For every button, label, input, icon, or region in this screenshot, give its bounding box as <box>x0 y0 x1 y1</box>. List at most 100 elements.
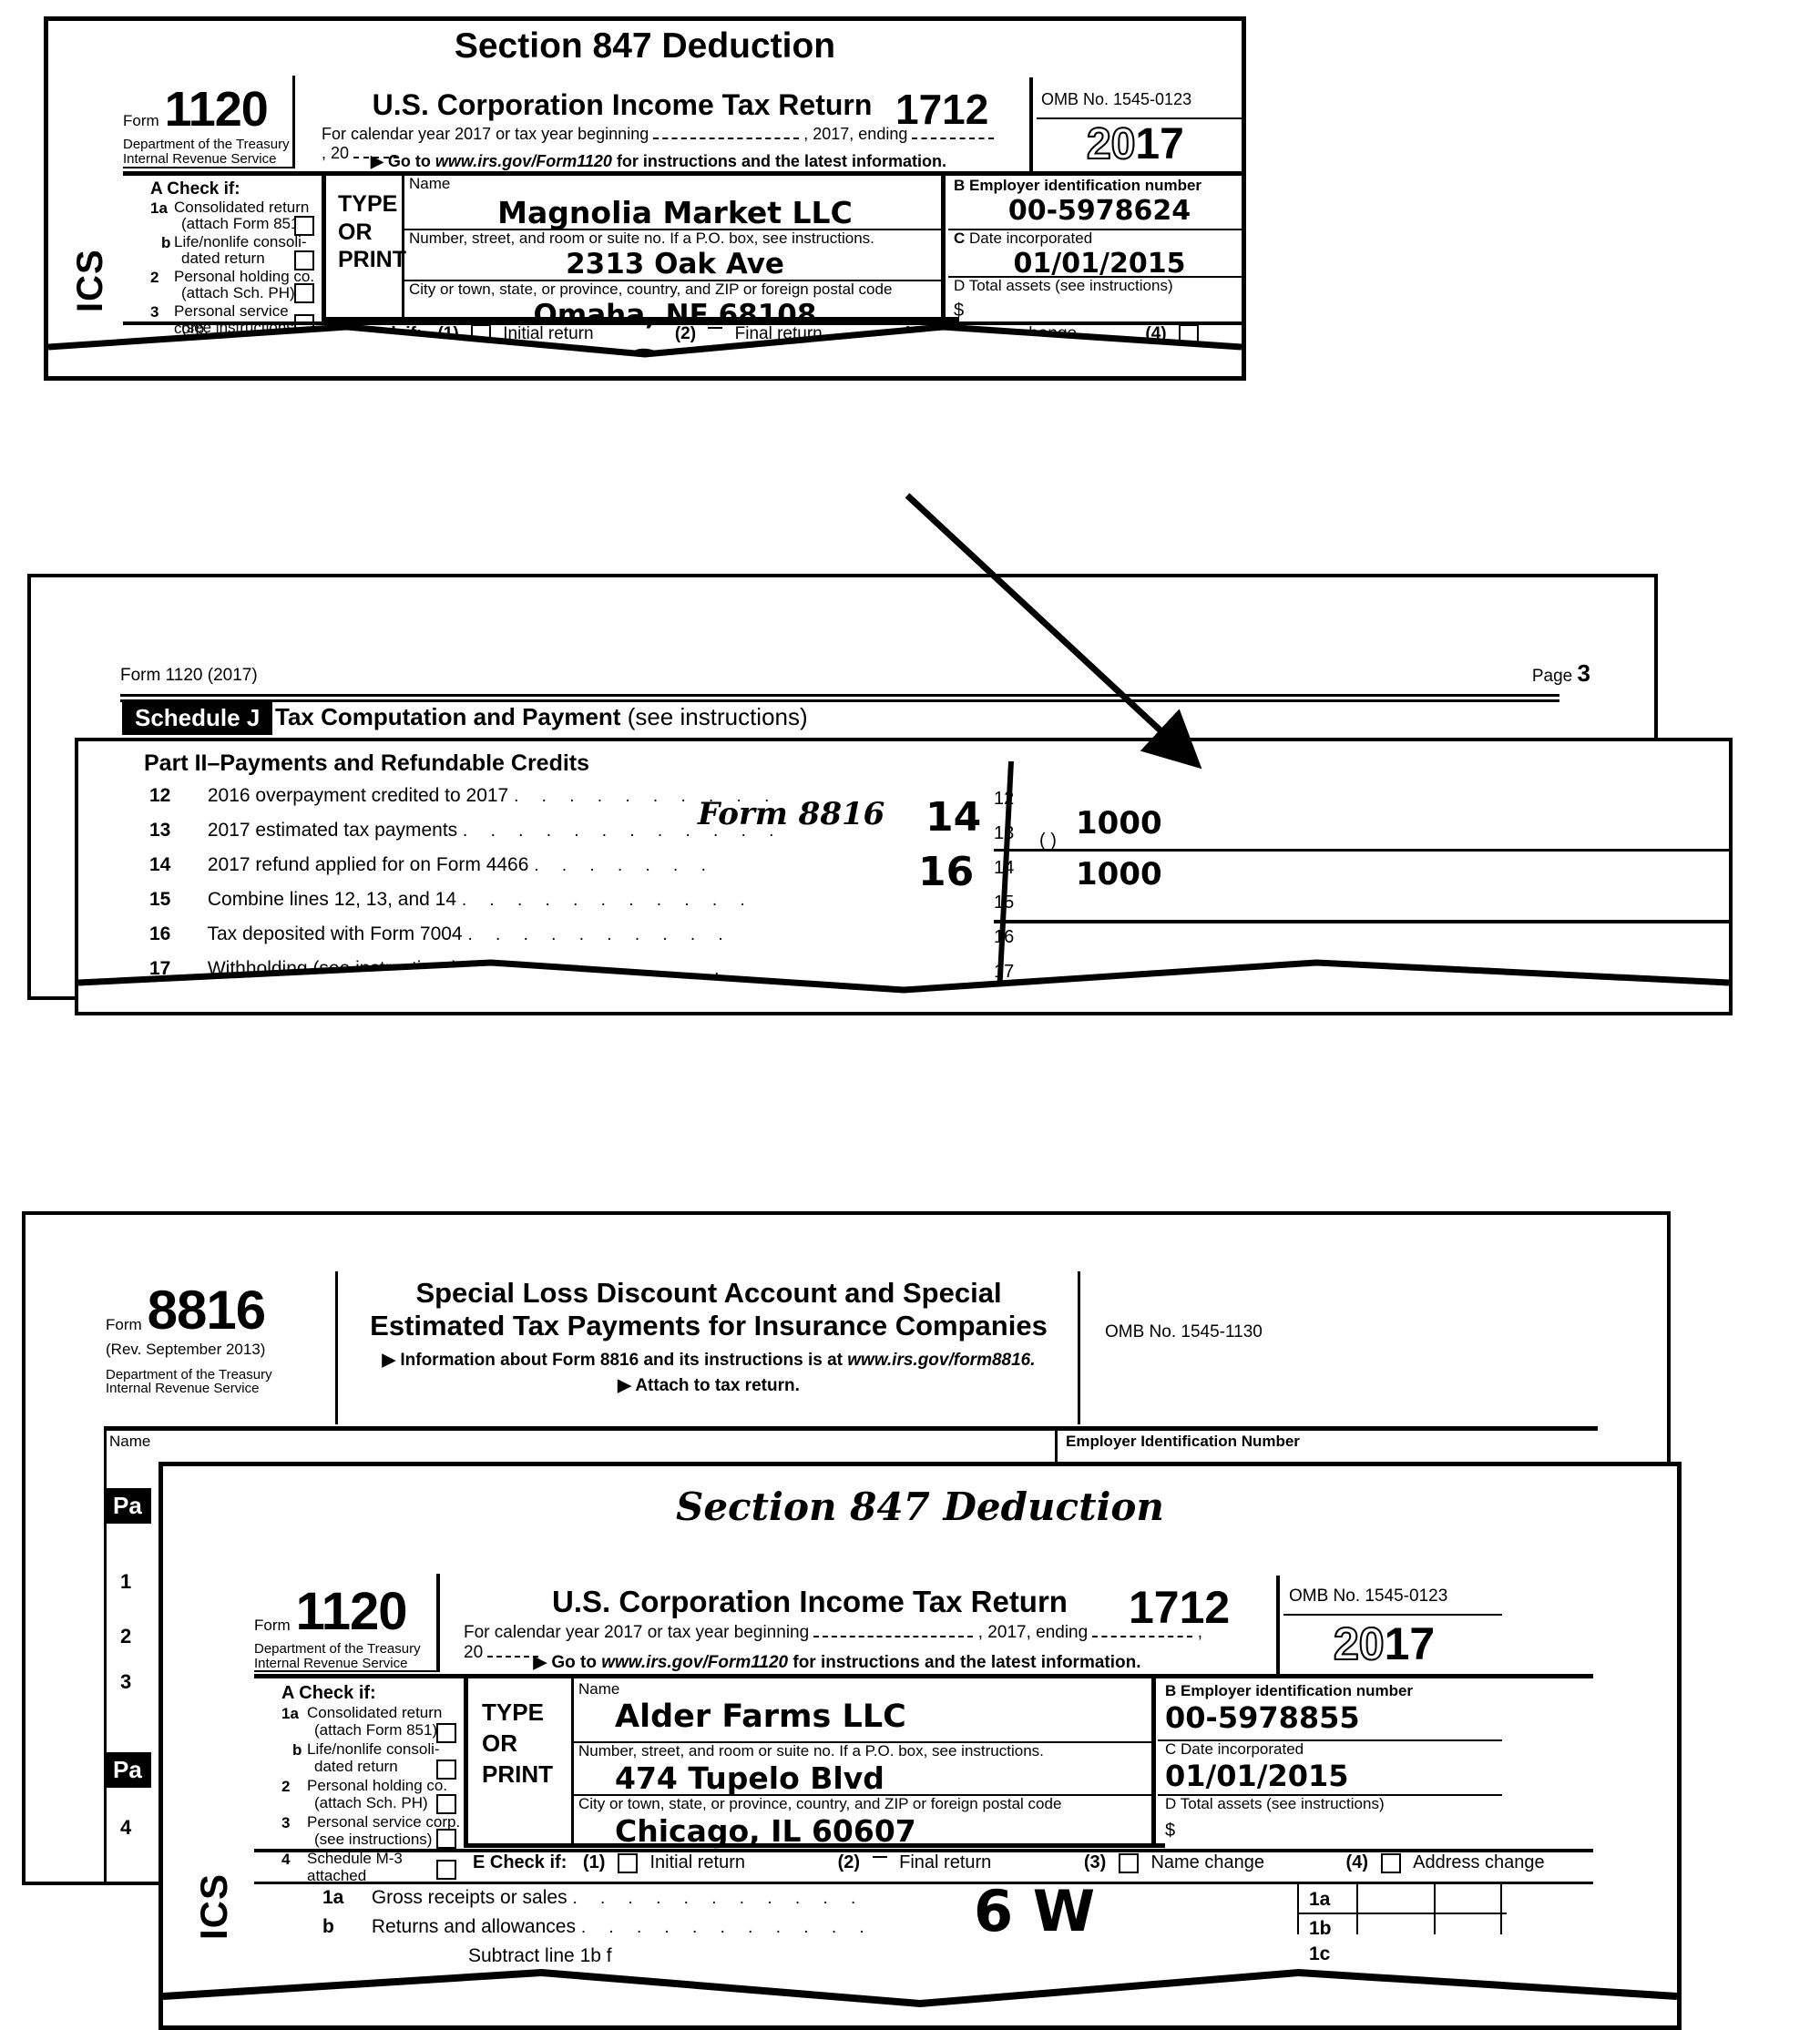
form-8816-ein-label: Employer Identification Number <box>1066 1433 1300 1450</box>
check-num-3-bottom: 3 <box>281 1814 291 1831</box>
form-8816-title-1: Special Loss Discount Account and Specia… <box>415 1277 1002 1309</box>
checkbox-address-change-bottom[interactable] <box>1380 1852 1401 1873</box>
line-label-1a-bottom: Gross receipts or sales <box>371 1887 567 1908</box>
sj-row-label-14: 2017 refund applied for on Form 4466 <box>207 854 529 875</box>
check-label-1a-l1-bottom: Consolidated return <box>307 1704 443 1721</box>
checkbox-initial-return-bottom[interactable] <box>617 1852 638 1873</box>
name-value-bottom[interactable]: Alder Farms LLC <box>615 1698 1152 1735</box>
sj-row-num-16: 16 <box>149 923 171 944</box>
e-label-4-bottom: Address change <box>1413 1852 1545 1872</box>
check-label-2-l2-bottom: (attach Sch. PH) <box>314 1794 428 1811</box>
document-top-form-1120: Section 847 Deduction ICS Form 1120 Depa… <box>44 16 1246 381</box>
year-hollow-top: 20 <box>1086 119 1136 169</box>
line-label-1c-bottom: Subtract line 1b f <box>468 1945 612 1966</box>
line-label-1b-bottom: Returns and allowances <box>371 1916 576 1937</box>
goto-url-bottom[interactable]: www.irs.gov/Form1120 <box>601 1653 788 1672</box>
sj-row-label-16: Tax deposited with Form 7004 <box>207 923 463 944</box>
torn-edge-top <box>48 323 1242 376</box>
checkbox-consolidated-return-top[interactable] <box>294 216 314 236</box>
form-8816-title-2: Estimated Tax Payments for Insurance Com… <box>370 1310 1048 1341</box>
e-num-2-bottom: (2) <box>837 1852 861 1872</box>
check-num-1b-bottom: b <box>292 1741 302 1759</box>
name-value-top[interactable]: Magnolia Market LLC <box>409 195 941 230</box>
check-num-2-bottom: 2 <box>281 1778 291 1795</box>
form-8816-row-num-3: 3 <box>120 1670 132 1693</box>
goto-prefix-bottom: ▶ Go to <box>533 1653 602 1672</box>
check-label-1a-l1-top: Consolidated return <box>174 199 310 216</box>
check-num-2-top: 2 <box>150 269 159 286</box>
check-label-1b-l1-top: Life/nonlife consoli- <box>174 233 307 250</box>
name-label-bottom: Name <box>578 1680 620 1698</box>
or-label-bottom: OR <box>482 1729 517 1757</box>
street-value-bottom[interactable]: 474 Tupelo Blvd <box>615 1760 1152 1796</box>
box-label-1a-bottom: 1a <box>1309 1889 1331 1910</box>
e-label-3-bottom: Name change <box>1150 1852 1264 1872</box>
side-stamp-ics-bottom: ICS <box>192 1872 235 1940</box>
sj-row-label-12: 2016 overpayment credited to 2017 <box>207 785 509 806</box>
annotation-arrow <box>905 493 1202 770</box>
annotation-section-847-top: Section 847 Deduction <box>454 26 836 66</box>
sj-value-15[interactable]: 1000 <box>1076 856 1162 893</box>
schedule-j-title-note: (see instructions) <box>627 703 808 730</box>
name-label-top: Name <box>409 175 451 192</box>
checkbox-personal-service-bottom[interactable] <box>436 1829 456 1849</box>
form-title-top: U.S. Corporation Income Tax Return <box>372 88 873 121</box>
check-label-2-l1-bottom: Personal holding co. <box>307 1777 448 1794</box>
agency-line2-bottom: Internal Revenue Service <box>254 1655 408 1671</box>
ein-label-top: B Employer identification number <box>954 177 1202 194</box>
sj-dots-15: . . . . . . . . . . . <box>461 891 754 910</box>
date-inc-value-bottom[interactable]: 01/01/2015 <box>1165 1759 1475 1793</box>
date-inc-label-bottom: C Date incorporated <box>1165 1740 1304 1758</box>
city-value-bottom[interactable]: Chicago, IL 60607 <box>615 1813 1152 1849</box>
sj-row-label-15: Combine lines 12, 13, and 14 <box>207 889 457 910</box>
goto-suffix-bottom: for instructions and the latest informat… <box>788 1653 1141 1672</box>
agency-line1-8816: Department of the Treasury <box>106 1366 272 1382</box>
year-solid-bottom: 17 <box>1384 1618 1436 1669</box>
schedule-j-badge: Schedule J <box>122 701 273 735</box>
ein-value-bottom[interactable]: 00-5978855 <box>1165 1700 1475 1735</box>
date-inc-value-top[interactable]: 01/01/2015 <box>954 248 1242 280</box>
form-8816-row-num-4: 4 <box>120 1816 132 1839</box>
city-label-bottom: City or town, state, or province, countr… <box>578 1795 1062 1812</box>
omb-bottom: OMB No. 1545-0123 <box>1289 1586 1448 1606</box>
checkbox-life-nonlife-top[interactable] <box>294 250 314 270</box>
e-label-2-bottom: Final return <box>899 1852 992 1872</box>
dot-leader-1a-bottom: . . . . . . . . . . . <box>572 1889 865 1908</box>
ein-value-top[interactable]: 00-5978624 <box>954 195 1242 227</box>
form-8816-row-num-2: 2 <box>120 1625 132 1647</box>
print-label-bottom: PRINT <box>482 1760 553 1788</box>
e-num-3-bottom: (3) <box>1083 1852 1107 1872</box>
checkbox-consolidated-return-bottom[interactable] <box>436 1723 456 1743</box>
sj-row-num-15: 15 <box>149 889 171 910</box>
annotation-line-16: 16 <box>918 849 975 895</box>
checkbox-personal-holding-bottom[interactable] <box>436 1794 456 1814</box>
checkbox-personal-holding-top[interactable] <box>294 283 314 303</box>
line-num-1a-bottom: 1a <box>322 1887 344 1908</box>
checkbox-final-return-bottom[interactable] <box>872 1855 887 1871</box>
form-8816-row-num-1: 1 <box>120 1570 132 1593</box>
e-num-4-bottom: (4) <box>1345 1852 1368 1872</box>
check-num-4-bottom: 4 <box>281 1851 291 1868</box>
title-code-bottom: 1712 <box>1129 1582 1231 1633</box>
form-8816-info-url[interactable]: www.irs.gov/form8816. <box>847 1351 1035 1370</box>
checkbox-name-change-bottom[interactable] <box>1118 1852 1139 1873</box>
document-bottom-form-1120: Section 847 Deduction ICS Form 1120 Depa… <box>158 1462 1682 2030</box>
checkbox-schedule-m3-bottom[interactable] <box>436 1860 456 1880</box>
check-label-2-l1-top: Personal holding co. <box>174 268 315 285</box>
e-label-1-bottom: Initial return <box>649 1852 746 1872</box>
form-label-top: Form <box>123 112 159 130</box>
annotation-section-847-bottom: Section 847 Deduction <box>676 1484 1164 1529</box>
check-label-2-l2-top: (attach Sch. PH) <box>181 284 295 301</box>
form-number-top: 1120 <box>164 82 269 137</box>
check-label-1b-l1-bottom: Life/nonlife consoli- <box>307 1740 440 1758</box>
checkbox-life-nonlife-bottom[interactable] <box>436 1760 456 1780</box>
form-8816-omb: OMB No. 1545-1130 <box>1105 1322 1263 1341</box>
type-label-bottom: TYPE <box>482 1698 544 1726</box>
total-assets-currency-top: $ <box>954 300 965 321</box>
street-value-top[interactable]: 2313 Oak Ave <box>409 248 941 281</box>
agency-line1-bottom: Department of the Treasury <box>254 1641 421 1657</box>
e-check-label-bottom: E Check if: <box>473 1852 567 1872</box>
check-label-1a-l2-bottom: (attach Form 851) <box>314 1721 438 1739</box>
goto-url-top[interactable]: www.irs.gov/Form1120 <box>435 152 612 170</box>
check-header-top: A Check if: <box>150 179 240 199</box>
